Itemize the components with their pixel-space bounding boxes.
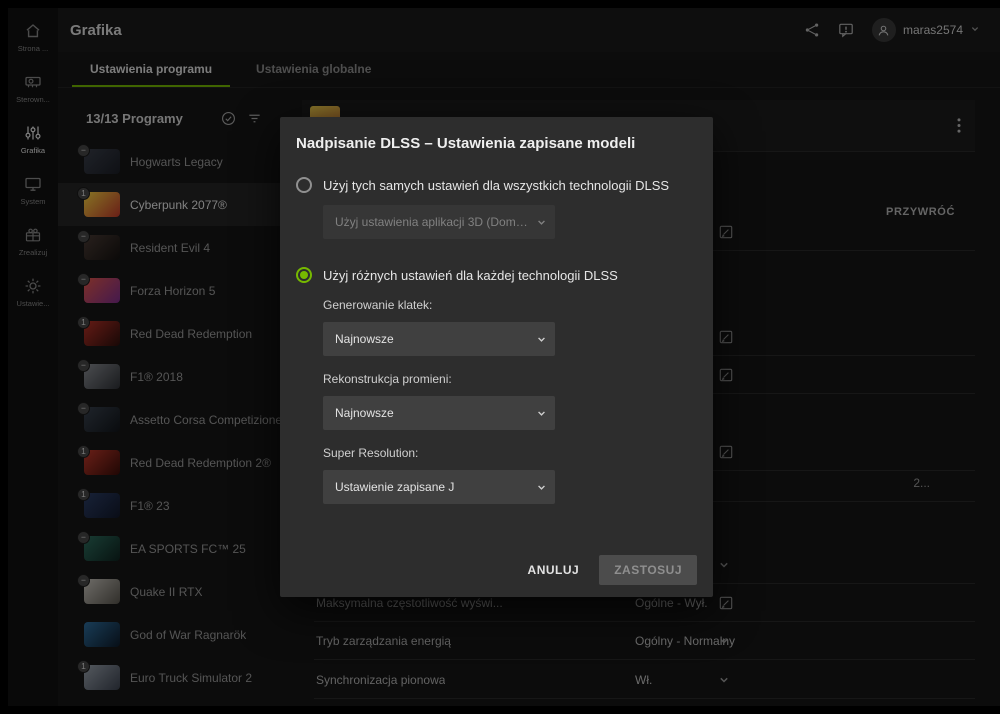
modal-title: Nadpisanie DLSS – Ustawienia zapisane mo… xyxy=(296,135,697,152)
dlss-field-label: Rekonstrukcja promieni: xyxy=(323,372,697,386)
dlss-field: Generowanie klatek: Najnowsze xyxy=(323,298,697,356)
dlss-field-dropdown[interactable]: Najnowsze xyxy=(323,396,555,430)
apply-button[interactable]: ZASTOSUJ xyxy=(599,555,697,585)
dlss-field-value: Najnowsze xyxy=(335,332,394,346)
dlss-field-value: Ustawienie zapisane J xyxy=(335,480,454,494)
all-dlss-dropdown-value: Użyj ustawienia aplikacji 3D (Domy... xyxy=(335,215,529,229)
dlss-field-label: Generowanie klatek: xyxy=(323,298,697,312)
dlss-override-modal: Nadpisanie DLSS – Ustawienia zapisane mo… xyxy=(280,117,713,597)
chevron-down-icon xyxy=(536,217,547,228)
all-dlss-dropdown: Użyj ustawienia aplikacji 3D (Domy... xyxy=(323,205,555,239)
dlss-technology-fields: Generowanie klatek: Najnowsze Rekonstruk… xyxy=(296,298,697,504)
chevron-down-icon xyxy=(536,408,547,419)
dlss-field-value: Najnowsze xyxy=(335,406,394,420)
dlss-field: Rekonstrukcja promieni: Najnowsze xyxy=(323,372,697,430)
chevron-down-icon xyxy=(536,482,547,493)
radio-button-icon xyxy=(296,267,312,283)
dlss-field-dropdown[interactable]: Najnowsze xyxy=(323,322,555,356)
radio-different-label: Użyj różnych ustawień dla każdej technol… xyxy=(323,268,618,283)
radio-different-settings[interactable]: Użyj różnych ustawień dla każdej technol… xyxy=(296,267,697,283)
radio-same-label: Użyj tych samych ustawień dla wszystkich… xyxy=(323,178,669,193)
chevron-down-icon xyxy=(536,334,547,345)
dlss-field-dropdown[interactable]: Ustawienie zapisane J xyxy=(323,470,555,504)
dlss-field: Super Resolution: Ustawienie zapisane J xyxy=(323,446,697,504)
radio-button-icon xyxy=(296,177,312,193)
dlss-field-label: Super Resolution: xyxy=(323,446,697,460)
radio-same-settings[interactable]: Użyj tych samych ustawień dla wszystkich… xyxy=(296,177,697,193)
cancel-button[interactable]: ANULUJ xyxy=(528,563,580,577)
